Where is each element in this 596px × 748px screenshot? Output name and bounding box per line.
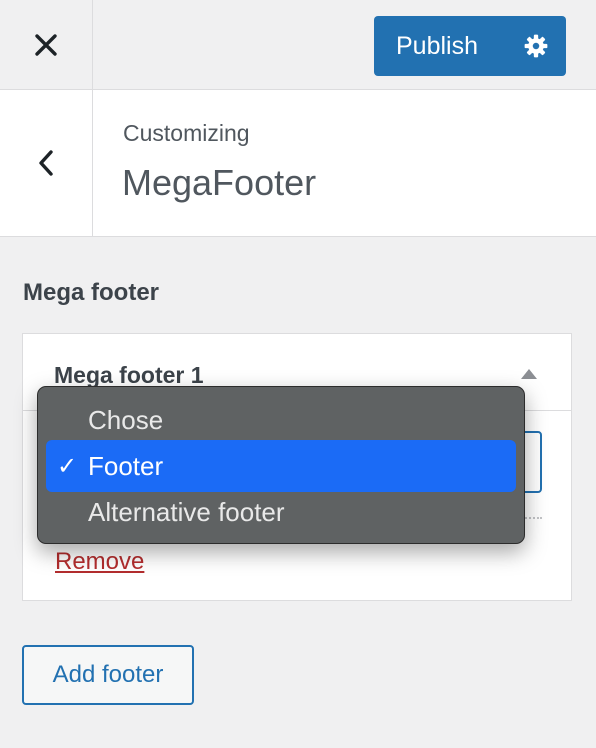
remove-link[interactable]: Remove	[55, 548, 144, 576]
publish-button-group: Publish	[374, 16, 566, 76]
close-icon	[35, 33, 57, 56]
back-button[interactable]	[0, 90, 93, 236]
panel-heading: Mega footer	[23, 279, 160, 306]
option-label: Footer	[88, 450, 164, 481]
gear-icon	[524, 34, 548, 58]
chevron-left-icon	[39, 150, 53, 176]
option-label: Alternative footer	[88, 496, 285, 527]
dropdown-option-chose[interactable]: Chose	[46, 394, 516, 446]
checkmark-icon: ✓	[56, 452, 78, 480]
option-label: Chose	[88, 404, 164, 435]
dropdown-option-alternative-footer[interactable]: Alternative footer	[46, 486, 516, 538]
publish-button[interactable]: Publish	[374, 16, 506, 76]
triangle-up-icon	[521, 369, 537, 379]
add-footer-button[interactable]: Add footer	[22, 645, 194, 705]
section-header: Customizing MegaFooter	[0, 90, 596, 237]
section-title: MegaFooter	[122, 162, 317, 203]
dropdown-option-footer[interactable]: ✓ Footer	[46, 440, 516, 492]
widget-title: Mega footer 1	[54, 362, 204, 388]
close-button[interactable]	[0, 0, 93, 89]
select-dropdown-menu: Chose ✓ Footer Alternative footer	[37, 386, 525, 544]
customizer-header: Publish	[0, 0, 596, 90]
publish-settings-button[interactable]	[506, 16, 566, 76]
breadcrumb: Customizing	[123, 120, 250, 146]
